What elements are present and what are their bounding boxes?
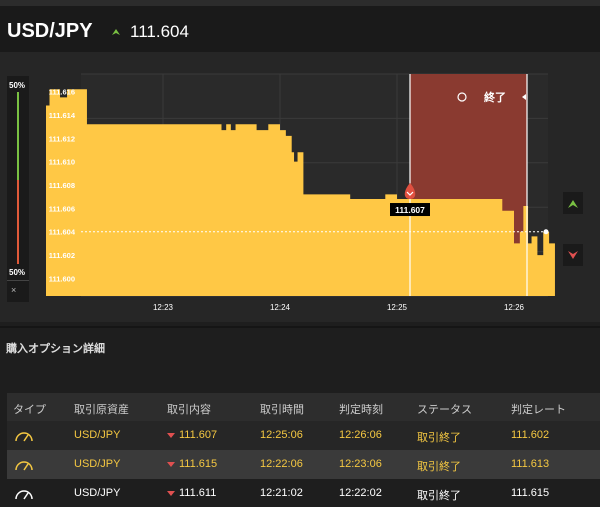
cell-rate-text: 111.613 xyxy=(511,458,550,470)
cell-status: 取引終了 xyxy=(417,429,461,445)
y-tick-label: 111.606 xyxy=(49,204,75,213)
cell-status-text: 取引終了 xyxy=(417,432,461,444)
cell-time-text: 12:25:06 xyxy=(260,429,303,441)
x-tick-label: 12:26 xyxy=(504,303,525,312)
cell-asset: USD/JPY xyxy=(74,429,120,441)
col-status: ステータス xyxy=(417,404,472,416)
trading-page: USD/JPY 111.604 50% 50% × 111.616 111.614… xyxy=(0,0,600,507)
cell-status: 取引終了 xyxy=(417,487,461,503)
table-row[interactable]: USD/JPY 111.615 12:22:06 12:23:06 取引終了 111.61… xyxy=(7,450,600,479)
col-asset: 取引原資産 xyxy=(74,404,129,416)
cell-time: 12:25:06 xyxy=(260,429,303,441)
down-triangle-icon xyxy=(167,490,175,496)
x-tick-label: 12:25 xyxy=(387,303,408,312)
cell-time-text: 12:21:02 xyxy=(260,487,303,499)
gauge-icon xyxy=(15,461,33,471)
marker-label: 111.607 xyxy=(395,205,425,215)
col-content: 取引内容 xyxy=(167,404,211,416)
cell-judge: 12:26:06 xyxy=(339,429,382,441)
current-rate-dot xyxy=(543,229,549,235)
arrow-up-icon xyxy=(112,29,120,35)
col-judge: 判定時刻 xyxy=(339,404,383,416)
section-divider xyxy=(0,326,600,328)
cell-content-text: 111.607 xyxy=(179,429,218,441)
currency-pair: USD/JPY xyxy=(7,20,93,42)
y-tick-label: 111.616 xyxy=(49,88,75,97)
details-title: 購入オプション詳細 xyxy=(6,343,105,355)
cell-content: 111.615 xyxy=(167,458,217,470)
cell-content: 111.607 xyxy=(167,429,217,441)
gauge-icon xyxy=(15,432,33,442)
down-triangle-icon xyxy=(167,461,175,467)
cell-status-text: 取引終了 xyxy=(417,490,461,502)
cell-asset: USD/JPY xyxy=(74,487,120,499)
cell-judge: 12:23:06 xyxy=(339,458,382,470)
cell-status-text: 取引終了 xyxy=(417,461,461,473)
cell-status: 取引終了 xyxy=(417,458,461,474)
y-tick-label: 111.610 xyxy=(49,158,75,167)
gauge-icon xyxy=(15,490,33,500)
cell-asset-text: USD/JPY xyxy=(74,458,121,470)
cell-rate: 111.613 xyxy=(511,458,549,470)
cell-content: 111.611 xyxy=(167,487,216,499)
x-tick-label: 12:23 xyxy=(153,303,174,312)
cell-judge-text: 12:22:02 xyxy=(339,487,382,499)
col-type: タイプ xyxy=(13,404,46,416)
cell-time: 12:21:02 xyxy=(260,487,303,499)
header: USD/JPY 111.604 xyxy=(0,6,600,52)
y-tick-label: 111.614 xyxy=(49,111,76,120)
cell-time: 12:22:06 xyxy=(260,458,303,470)
cell-rate: 111.602 xyxy=(511,429,549,441)
cell-asset-text: USD/JPY xyxy=(74,429,121,441)
down-triangle-icon xyxy=(167,432,175,438)
cell-judge-text: 12:23:06 xyxy=(339,458,382,470)
cell-time-text: 12:22:06 xyxy=(260,458,303,470)
price-chart[interactable]: 111.616 111.614 111.612 111.610 111.608 111.6… xyxy=(0,52,600,322)
col-time: 取引時間 xyxy=(260,404,304,416)
current-rate: 111.604 xyxy=(130,22,189,41)
cell-rate-text: 111.602 xyxy=(511,429,550,441)
table-row[interactable]: USD/JPY 111.611 12:21:02 12:22:02 取引終了 111.61… xyxy=(7,479,600,507)
cell-judge: 12:22:02 xyxy=(339,487,382,499)
y-tick-label: 111.602 xyxy=(49,251,75,260)
col-rate: 判定レート xyxy=(511,404,566,416)
cell-asset: USD/JPY xyxy=(74,458,120,470)
cell-rate-text: 111.615 xyxy=(511,487,550,499)
y-tick-label: 111.608 xyxy=(49,181,75,190)
y-tick-label: 111.600 xyxy=(49,274,75,283)
table-header: タイプ 取引原資産 取引内容 取引時間 判定時刻 ステータス 判定レート xyxy=(7,393,600,421)
cell-rate: 111.615 xyxy=(511,487,549,499)
close-label: 終了 xyxy=(484,90,506,104)
y-tick-label: 111.604 xyxy=(49,228,76,237)
table-row[interactable]: USD/JPY 111.607 12:25:06 12:26:06 取引終了 111.60… xyxy=(7,421,600,450)
y-tick-label: 111.612 xyxy=(49,134,75,143)
cell-content-text: 111.615 xyxy=(179,458,218,470)
cell-content-text: 111.611 xyxy=(179,487,217,499)
cell-asset-text: USD/JPY xyxy=(74,487,121,499)
x-tick-label: 12:24 xyxy=(270,303,291,312)
cell-judge-text: 12:26:06 xyxy=(339,429,382,441)
